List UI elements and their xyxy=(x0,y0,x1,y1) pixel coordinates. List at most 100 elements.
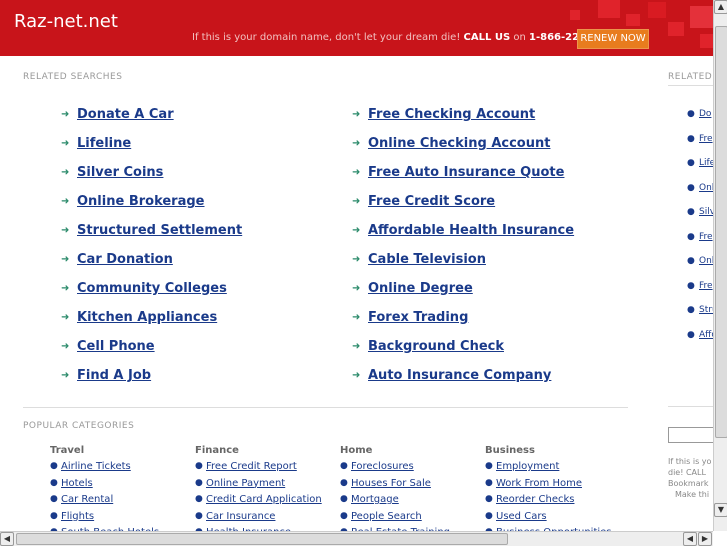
category-link[interactable]: Car Rental xyxy=(61,494,113,505)
arrow-icon: ➜ xyxy=(61,312,70,323)
related-search-link[interactable]: Free Credit Score xyxy=(368,194,495,209)
related-search-link[interactable]: Auto Insurance Company xyxy=(368,368,551,383)
related-search-link[interactable]: Background Check xyxy=(368,339,504,354)
category-link[interactable]: Flights xyxy=(61,511,94,522)
related-search-link[interactable]: Affordable Health Insurance xyxy=(368,223,574,238)
category-title: Travel xyxy=(50,445,85,456)
scroll-down-button[interactable]: ▼ xyxy=(714,503,727,517)
arrow-icon: ➜ xyxy=(61,341,70,352)
rightcol-heading: RELATED xyxy=(668,72,713,82)
category-link[interactable]: Airline Tickets xyxy=(61,461,131,472)
category-title: Business xyxy=(485,445,535,456)
rightcol-link[interactable]: Fre xyxy=(699,134,713,144)
popular-categories-heading: POPULAR CATEGORIES xyxy=(23,421,135,431)
category-link[interactable]: Free Credit Report xyxy=(206,461,297,472)
related-search-link[interactable]: Cell Phone xyxy=(77,339,155,354)
related-search-link[interactable]: Donate A Car xyxy=(77,107,174,122)
arrow-icon: ➜ xyxy=(61,370,70,381)
category-link[interactable]: Employment xyxy=(496,461,559,472)
arrow-icon: ➜ xyxy=(352,254,361,265)
bullet-icon: ● xyxy=(687,207,695,217)
related-search-link[interactable]: Community Colleges xyxy=(77,281,227,296)
bullet-icon: ● xyxy=(50,494,58,504)
category-link[interactable]: Foreclosures xyxy=(351,461,414,472)
category-link[interactable]: Mortgage xyxy=(351,494,399,505)
vertical-scroll-thumb[interactable] xyxy=(715,26,727,438)
category-link[interactable]: Credit Card Application xyxy=(206,494,322,505)
rightcol-link[interactable]: Do xyxy=(699,109,711,119)
site-logo[interactable]: Raz-net.net xyxy=(14,11,118,32)
right-column: RELATED ● Do ● Fre ● Life ● Onl ● Silv ● Fre ● Onl ● Fr… xyxy=(661,57,713,531)
rightcol-link[interactable]: Silv xyxy=(699,207,713,217)
horizontal-scrollbar[interactable]: ◀ ◀ ▶ xyxy=(0,531,713,546)
bullet-icon: ● xyxy=(687,182,695,193)
section-divider xyxy=(23,407,628,408)
category-link[interactable]: People Search xyxy=(351,511,422,522)
related-searches-heading: RELATED SEARCHES xyxy=(23,72,123,82)
bullet-icon: ● xyxy=(195,494,203,504)
category-link[interactable]: Houses For Sale xyxy=(351,478,431,489)
bullet-icon: ● xyxy=(485,461,493,471)
renew-now-button[interactable]: RENEW NOW xyxy=(577,29,649,49)
category-link[interactable]: Used Cars xyxy=(496,511,547,522)
vertical-scrollbar[interactable]: ▲ ▼ xyxy=(713,0,727,531)
arrow-icon: ➜ xyxy=(61,283,70,294)
arrow-icon: ➜ xyxy=(352,225,361,236)
related-search-link[interactable]: Car Donation xyxy=(77,252,173,267)
bullet-icon: ● xyxy=(340,477,348,488)
arrow-icon: ➜ xyxy=(352,312,361,323)
rightcol-link[interactable]: Onl xyxy=(699,256,713,266)
rightcol-link[interactable]: Life xyxy=(699,158,713,168)
bullet-icon: ● xyxy=(195,477,203,488)
arrow-icon: ➜ xyxy=(61,225,70,236)
related-search-link[interactable]: Online Brokerage xyxy=(77,194,205,209)
related-search-link[interactable]: Silver Coins xyxy=(77,165,163,180)
scroll-left-button-2[interactable]: ◀ xyxy=(683,532,697,546)
horizontal-scroll-thumb[interactable] xyxy=(16,533,508,545)
scroll-right-button[interactable]: ▶ xyxy=(698,532,712,546)
category-link[interactable]: Car Insurance xyxy=(206,511,275,522)
arrow-icon: ➜ xyxy=(352,196,361,207)
category-title: Home xyxy=(340,445,373,456)
bullet-icon: ● xyxy=(50,510,58,521)
category-link[interactable]: Work From Home xyxy=(496,478,582,489)
rightcol-link[interactable]: Fre xyxy=(699,232,713,242)
promo-call: CALL US xyxy=(463,32,511,43)
related-search-link[interactable]: Free Auto Insurance Quote xyxy=(368,165,564,180)
arrow-icon: ➜ xyxy=(61,138,70,149)
bullet-icon: ● xyxy=(687,231,695,242)
top-banner: Raz-net.net If this is your domain name,… xyxy=(0,0,727,56)
arrow-icon: ➜ xyxy=(352,370,361,381)
related-search-link[interactable]: Lifeline xyxy=(77,136,131,151)
promo-text: If this is your domain name, don't let y… xyxy=(192,32,461,43)
bullet-icon: ● xyxy=(195,510,203,521)
arrow-icon: ➜ xyxy=(352,109,361,120)
category-link[interactable]: Online Payment xyxy=(206,478,285,489)
bullet-icon: ● xyxy=(50,461,58,471)
category-link[interactable]: Hotels xyxy=(61,478,93,489)
rightcol-link[interactable]: Onl xyxy=(699,183,713,193)
scroll-up-button[interactable]: ▲ xyxy=(714,0,727,14)
rightcol-divider-2 xyxy=(668,406,713,407)
rightcol-link[interactable]: Affo xyxy=(699,330,713,340)
related-search-link[interactable]: Find A Job xyxy=(77,368,151,383)
bullet-icon: ● xyxy=(195,461,203,471)
bullet-icon: ● xyxy=(687,133,695,144)
related-search-link[interactable]: Online Degree xyxy=(368,281,473,296)
related-search-link[interactable]: Online Checking Account xyxy=(368,136,550,151)
arrow-icon: ➜ xyxy=(61,254,70,265)
arrow-icon: ➜ xyxy=(61,109,70,120)
rightcol-divider xyxy=(668,85,713,86)
scroll-left-button[interactable]: ◀ xyxy=(0,532,14,546)
category-link[interactable]: Reorder Checks xyxy=(496,494,574,505)
related-search-link[interactable]: Free Checking Account xyxy=(368,107,535,122)
related-search-link[interactable]: Cable Television xyxy=(368,252,486,267)
arrow-icon: ➜ xyxy=(352,283,361,294)
rightcol-link[interactable]: Fre xyxy=(699,281,713,291)
arrow-icon: ➜ xyxy=(61,167,70,178)
rightcol-link[interactable]: Stru xyxy=(699,305,713,315)
category-title: Finance xyxy=(195,445,239,456)
related-search-link[interactable]: Kitchen Appliances xyxy=(77,310,217,325)
related-search-link[interactable]: Forex Trading xyxy=(368,310,468,325)
related-search-link[interactable]: Structured Settlement xyxy=(77,223,242,238)
